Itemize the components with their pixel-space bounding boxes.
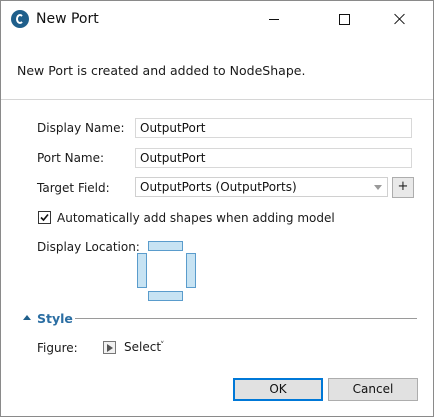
checkmark-icon [40,213,49,222]
location-left[interactable] [137,253,147,288]
chevron-down-icon[interactable]: ˅ [160,341,165,351]
location-bottom[interactable] [148,291,183,301]
ok-button[interactable]: OK [233,378,323,401]
title-bar: New Port [1,1,433,38]
divider [1,99,433,100]
target-field-dropdown[interactable]: OutputPorts (OutputPorts) [135,177,388,197]
display-location-label: Display Location: [37,240,140,254]
port-name-field[interactable]: OutputPort [135,148,412,168]
display-name-field[interactable]: OutputPort [135,118,412,138]
collapse-arrow-icon[interactable] [23,315,31,320]
auto-add-label[interactable]: Automatically add shapes when adding mod… [57,211,335,225]
target-field-label: Target Field: [37,181,110,195]
target-field-value: OutputPorts (OutputPorts) [140,180,297,194]
style-divider [75,318,417,319]
info-message: New Port is created and added to NodeSha… [17,63,306,78]
auto-add-checkbox[interactable] [38,211,51,224]
add-target-field-button[interactable]: + [392,177,414,198]
location-right[interactable] [186,253,196,288]
chevron-down-icon [374,185,382,190]
port-name-label: Port Name: [37,151,105,165]
app-logo-icon [11,10,29,28]
figure-label: Figure: [37,341,78,355]
display-name-label: Display Name: [37,121,125,135]
figure-shape-icon[interactable] [103,341,116,354]
maximize-icon[interactable] [322,1,368,38]
window-title: New Port [36,11,99,27]
close-icon[interactable] [377,1,423,38]
style-section-header[interactable]: Style [37,311,73,326]
location-top[interactable] [148,241,183,251]
minimize-icon[interactable] [251,1,297,38]
new-port-dialog: New Port New Port is created and added t… [0,0,434,417]
figure-select-button[interactable]: Select [124,340,161,354]
cancel-button[interactable]: Cancel [328,378,418,401]
